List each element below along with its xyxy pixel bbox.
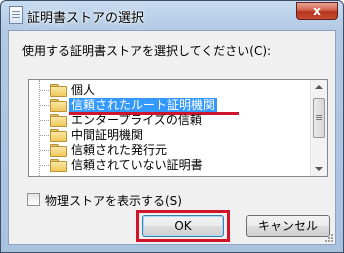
tree-item-trusted-root[interactable]: 信頼されたルート証明機関 (29, 97, 312, 115)
tree-item-intermediate[interactable]: 中間証明機関 (29, 127, 312, 143)
close-button[interactable]: x (296, 2, 338, 20)
tree-item-enterprise-trust[interactable]: エンタープライズの信頼 (29, 112, 312, 128)
tree-item-label: 中間証明機関 (71, 128, 144, 142)
tree-item-trusted-publishers[interactable]: 信頼された発行元 (29, 142, 312, 158)
tree-item-personal[interactable]: 個人 (29, 82, 312, 98)
window-title: 証明書ストアの選択 (27, 11, 145, 26)
folder-icon (50, 159, 67, 172)
tree-item-label: 信頼されていない証明書 (71, 158, 203, 172)
show-physical-stores-checkbox[interactable] (27, 193, 40, 206)
folder-icon (50, 129, 67, 142)
scroll-down-icon[interactable] (315, 167, 323, 171)
scroll-up-icon[interactable] (315, 85, 323, 89)
resize-grip-icon[interactable] (323, 232, 333, 242)
dialog-body: 使用する証明書ストアを選択してください(C): 個人 信頼されたルート証明機関 … (8, 30, 336, 245)
instruction-label: 使用する証明書ストアを選択してください(C): (22, 44, 272, 58)
folder-icon (50, 144, 67, 157)
scroll-thumb[interactable] (313, 98, 325, 138)
store-tree-list[interactable]: 個人 信頼されたルート証明機関 エンタープライズの信頼 中間証明機関 信頼された… (28, 79, 328, 177)
tree-item-label: 信頼されたルート証明機関 (69, 98, 218, 112)
folder-icon (50, 84, 67, 97)
show-physical-stores-label: 物理ストアを表示する(S) (45, 194, 182, 208)
cancel-button[interactable]: キャンセル (246, 215, 330, 237)
certificate-store-dialog: 証明書ストアの選択 x 使用する証明書ストアを選択してください(C): 個人 信… (0, 0, 344, 253)
tree-item-label: 信頼された発行元 (71, 143, 168, 157)
tree-item-label: 個人 (71, 83, 96, 97)
tree-item-label: エンタープライズの信頼 (71, 113, 202, 127)
tree-item-untrusted[interactable]: 信頼されていない証明書 (29, 157, 312, 173)
folder-icon (50, 99, 67, 112)
ok-button[interactable]: OK (142, 215, 224, 237)
folder-icon (50, 114, 67, 127)
title-bar: 証明書ストアの選択 x (1, 1, 343, 30)
certificate-icon (9, 6, 23, 24)
vertical-scrollbar[interactable] (310, 80, 327, 176)
